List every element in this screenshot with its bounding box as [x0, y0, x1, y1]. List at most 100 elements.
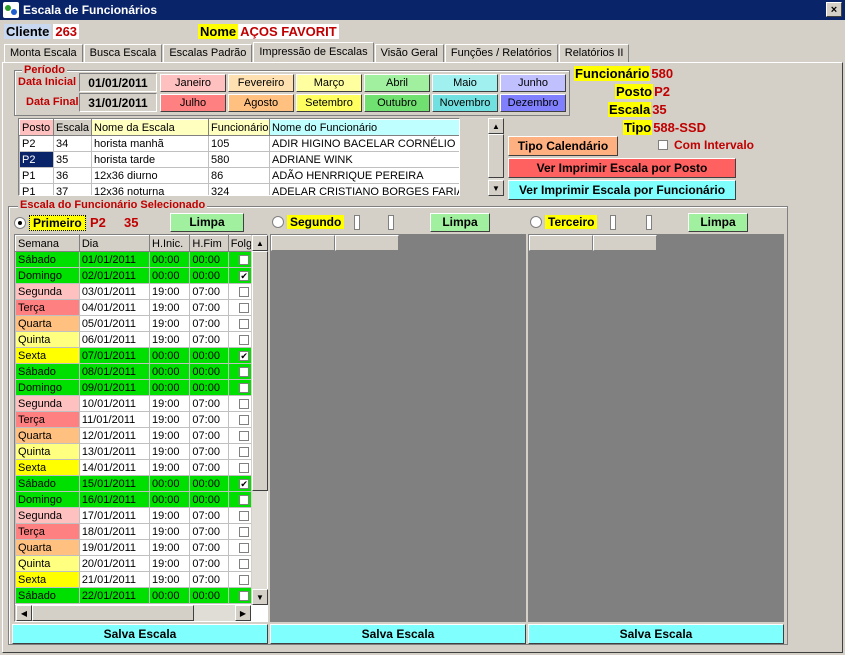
schedule-row[interactable]: Quarta 19/01/2011 19:00 07:00 [15, 539, 267, 556]
schedule-cell[interactable]: 19:00 [148, 571, 191, 588]
schedule-cell[interactable]: 00:00 [148, 587, 191, 604]
schedule-cell[interactable]: 07:00 [189, 523, 229, 540]
schedule-cell[interactable]: Sexta [15, 571, 80, 588]
schedule-cell[interactable]: Sexta [15, 459, 80, 476]
schedule-cell[interactable]: 07:00 [189, 507, 229, 524]
schedule-cell[interactable]: 01/01/2011 [78, 251, 151, 268]
schedule-cell[interactable]: 19:00 [148, 443, 191, 460]
folga-checkbox[interactable] [239, 302, 250, 313]
schedule-cell[interactable]: 07:00 [189, 539, 229, 556]
schedule-row[interactable]: Sexta 07/01/2011 00:00 00:00 ✔ [15, 347, 267, 364]
terceiro-option[interactable]: Terceiro [530, 215, 598, 229]
schedule-scroll-down-icon[interactable]: ▼ [252, 589, 268, 605]
schedule-cell[interactable]: Domingo [15, 267, 80, 284]
schedule-scroll-thumb[interactable] [252, 251, 268, 491]
escalas-col-header[interactable]: Posto [19, 119, 54, 136]
schedule-cell[interactable]: 19:00 [148, 395, 191, 412]
table-cell[interactable]: 12x36 diurno [91, 167, 209, 184]
schedule-cell[interactable]: 21/01/2011 [78, 571, 151, 588]
tipo-calendario-button[interactable]: Tipo Calendário [508, 136, 618, 156]
schedule-row[interactable]: Sábado 22/01/2011 00:00 00:00 [15, 587, 267, 604]
escalas-col-header[interactable]: Funcionário [208, 119, 270, 136]
schedule-cell[interactable]: Sexta [15, 347, 80, 364]
schedule-scroll-up-icon[interactable]: ▲ [252, 235, 268, 251]
schedule-cell[interactable]: Quinta [15, 331, 80, 348]
schedule-row[interactable]: Terça 11/01/2011 19:00 07:00 [15, 411, 267, 428]
schedule-row[interactable]: Terça 18/01/2011 19:00 07:00 [15, 523, 267, 540]
table-cell[interactable]: ADRIANE WINK [269, 151, 459, 168]
schedule-cell[interactable]: Terça [15, 411, 80, 428]
schedule-cell[interactable]: Segunda [15, 283, 80, 300]
schedule-cell[interactable]: 00:00 [189, 379, 229, 396]
escalas-scrollbar[interactable]: ▲ ▼ [487, 118, 504, 196]
tab-7[interactable]: Relatórios II [558, 44, 630, 62]
folga-checkbox[interactable] [239, 494, 250, 505]
table-cell[interactable]: ADÃO HENRRIQUE PEREIRA [269, 167, 459, 184]
schedule-cell[interactable]: 16/01/2011 [78, 491, 151, 508]
table-cell[interactable]: 35 [53, 151, 92, 168]
data-inicial-field[interactable]: 01/01/2011 [79, 73, 157, 92]
primeiro-option[interactable]: Primeiro [14, 215, 86, 231]
schedule-cell[interactable]: 19:00 [148, 555, 191, 572]
schedule-cell[interactable]: 00:00 [148, 379, 191, 396]
schedule-row[interactable]: Quinta 20/01/2011 19:00 07:00 [15, 555, 267, 572]
schedule-row[interactable]: Terça 04/01/2011 19:00 07:00 [15, 299, 267, 316]
escalas-col-header[interactable]: Nome da Escala [91, 119, 209, 136]
schedule-row[interactable]: Sábado 08/01/2011 00:00 00:00 [15, 363, 267, 380]
month-button-9[interactable]: Setembro [296, 94, 362, 112]
schedule-cell[interactable]: 17/01/2011 [78, 507, 151, 524]
table-cell[interactable]: P2 [19, 151, 54, 168]
folga-checkbox[interactable]: ✔ [239, 270, 250, 281]
table-cell[interactable]: ADIR HIGINO BACELAR CORNÉLIO ! [269, 135, 459, 152]
schedule-col-header[interactable]: H.Inic. [148, 235, 191, 252]
schedule-cell[interactable]: 07:00 [189, 331, 229, 348]
schedule-cell[interactable]: 07:00 [189, 283, 229, 300]
month-button-8[interactable]: Agosto [228, 94, 294, 112]
schedule-scroll-left-icon[interactable]: ◀ [16, 605, 32, 621]
schedule-hscroll-thumb[interactable] [32, 605, 194, 621]
segundo-limpa-button[interactable]: Limpa [430, 213, 490, 232]
schedule-cell[interactable]: 00:00 [189, 363, 229, 380]
schedule-cell[interactable]: 07:00 [189, 571, 229, 588]
primeiro-salva-button[interactable]: Salva Escala [12, 624, 268, 644]
schedule-cell[interactable]: Sábado [15, 587, 80, 604]
schedule-cell[interactable]: Quarta [15, 427, 80, 444]
schedule-scrollbar[interactable]: ▲ ▼ [251, 235, 268, 605]
table-row[interactable]: P2 34 horista manhã 105 ADIR HIGINO BACELAR … [19, 135, 459, 152]
folga-checkbox[interactable] [239, 366, 250, 377]
schedule-col-header[interactable]: Dia [78, 235, 151, 252]
folga-checkbox[interactable] [239, 334, 250, 345]
terceiro-salva-button[interactable]: Salva Escala [528, 624, 784, 644]
schedule-cell[interactable]: 07:00 [189, 443, 229, 460]
schedule-cell[interactable]: 06/01/2011 [78, 331, 151, 348]
schedule-row[interactable]: Sexta 14/01/2011 19:00 07:00 [15, 459, 267, 476]
schedule-cell[interactable]: 19/01/2011 [78, 539, 151, 556]
schedule-cell[interactable]: 00:00 [148, 475, 191, 492]
schedule-cell[interactable]: Segunda [15, 507, 80, 524]
schedule-cell[interactable]: Domingo [15, 379, 80, 396]
schedule-row[interactable]: Domingo 09/01/2011 00:00 00:00 [15, 379, 267, 396]
schedule-cell[interactable]: 07:00 [189, 411, 229, 428]
nome-value[interactable]: AÇOS FAVORIT [238, 23, 339, 39]
schedule-cell[interactable]: 22/01/2011 [78, 587, 151, 604]
terceiro-limpa-button[interactable]: Limpa [688, 213, 748, 232]
schedule-cell[interactable]: 00:00 [189, 267, 229, 284]
schedule-cell[interactable]: 19:00 [148, 427, 191, 444]
schedule-cell[interactable]: 05/01/2011 [78, 315, 151, 332]
table-cell[interactable]: P2 [19, 135, 54, 152]
table-cell[interactable]: P1 [19, 167, 54, 184]
schedule-cell[interactable]: Quinta [15, 443, 80, 460]
schedule-cell[interactable]: 00:00 [148, 363, 191, 380]
table-cell[interactable]: horista tarde [91, 151, 209, 168]
data-final-field[interactable]: 31/01/2011 [79, 93, 157, 112]
schedule-row[interactable]: Segunda 17/01/2011 19:00 07:00 [15, 507, 267, 524]
table-row[interactable]: P1 36 12x36 diurno 86 ADÃO HENRRIQUE PEREIRA [19, 167, 459, 184]
schedule-cell[interactable]: 07:00 [189, 299, 229, 316]
month-button-10[interactable]: Outubro [364, 94, 430, 112]
table-cell[interactable]: P1 [19, 183, 54, 195]
folga-checkbox[interactable] [239, 318, 250, 329]
folga-checkbox[interactable] [239, 254, 250, 265]
schedule-row[interactable]: Segunda 03/01/2011 19:00 07:00 [15, 283, 267, 300]
primeiro-limpa-button[interactable]: Limpa [170, 213, 244, 232]
table-cell[interactable]: 324 [208, 183, 270, 195]
